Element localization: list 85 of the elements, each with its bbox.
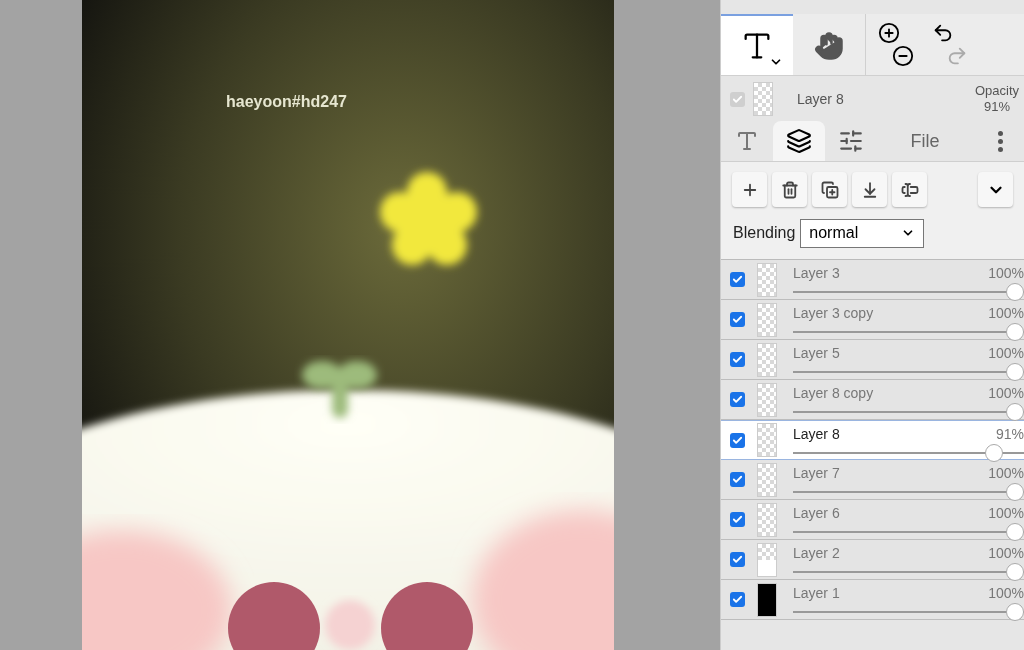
checkbox[interactable] <box>730 472 745 487</box>
opacity-value: 91% <box>983 99 1010 116</box>
layers-icon <box>786 128 812 154</box>
layer-name: Layer 6 <box>793 504 840 523</box>
expand-button[interactable] <box>978 172 1013 207</box>
layer-row[interactable]: Layer 6 100% <box>721 500 1024 540</box>
blending-select[interactable]: normal <box>800 218 925 248</box>
text-field-icon <box>900 180 919 199</box>
layer-name: Layer 3 <box>793 264 840 283</box>
check-icon <box>732 394 743 405</box>
layer-name: Layer 3 copy <box>793 304 874 323</box>
undo-icon <box>932 22 954 44</box>
opacity-value: 100% <box>988 304 1024 323</box>
opacity-slider[interactable] <box>793 603 1024 619</box>
slider-thumb[interactable] <box>1006 283 1024 301</box>
slider-thumb[interactable] <box>1006 603 1024 621</box>
merge-down-button[interactable] <box>852 172 887 207</box>
layer-thumbnail <box>753 82 773 116</box>
opacity-value: 100% <box>988 504 1024 523</box>
checkbox[interactable] <box>730 592 745 607</box>
check-icon <box>732 434 743 446</box>
opacity-value: 100% <box>988 544 1024 563</box>
opacity-value: 100% <box>988 384 1024 403</box>
layers-tab[interactable] <box>773 121 825 161</box>
add-layer-button[interactable] <box>732 172 767 207</box>
layer-name: Layer 2 <box>793 544 840 563</box>
layer-name: Layer 1 <box>793 584 840 603</box>
sliders-icon <box>838 128 864 154</box>
layer-name: Layer 8 <box>793 425 840 444</box>
checkbox[interactable] <box>730 432 745 448</box>
layer-row[interactable]: Layer 5 100% <box>721 340 1024 380</box>
slider-thumb[interactable] <box>1006 403 1024 421</box>
duplicate-icon <box>820 180 839 199</box>
checkbox[interactable] <box>730 91 745 107</box>
slider-thumb[interactable] <box>1006 483 1024 501</box>
more-icon <box>997 130 1003 152</box>
slider-thumb[interactable] <box>1006 523 1024 541</box>
check-icon <box>732 554 743 565</box>
layer-name: Layer 8 copy <box>793 384 874 403</box>
layer-row[interactable]: Layer 8 91% <box>721 420 1024 460</box>
duplicate-layer-button[interactable] <box>812 172 847 207</box>
delete-layer-button[interactable] <box>772 172 807 207</box>
slider-thumb[interactable] <box>985 444 1004 462</box>
redo-icon <box>946 45 968 67</box>
layer-row[interactable]: Layer 3 copy 100% <box>721 300 1024 340</box>
trash-icon <box>780 180 799 199</box>
checkbox[interactable] <box>730 352 745 367</box>
opacity-label: Opacity <box>974 82 1019 99</box>
layer-row[interactable]: Layer 2 100% <box>721 540 1024 580</box>
layer-row[interactable]: Layer 8 copy 100% <box>721 380 1024 420</box>
layer-row[interactable]: Layer 7 100% <box>721 460 1024 500</box>
layer-row[interactable]: Layer 1 100% <box>721 580 1024 620</box>
check-icon <box>732 594 743 605</box>
file-tab[interactable]: File <box>877 121 973 161</box>
checkbox[interactable] <box>730 272 745 287</box>
hand-icon <box>814 30 844 61</box>
opacity-value: 100% <box>988 264 1024 283</box>
opacity-value: 91% <box>995 425 1024 444</box>
opacity-value: 100% <box>988 344 1024 363</box>
check-icon <box>732 354 743 365</box>
slider-thumb[interactable] <box>1006 563 1024 581</box>
opacity-value: 100% <box>988 464 1024 483</box>
checkbox[interactable] <box>730 312 745 327</box>
checkbox[interactable] <box>730 552 745 567</box>
check-icon <box>732 314 743 325</box>
layer-row[interactable]: Layer 3 100% <box>721 260 1024 300</box>
layer-name: Layer 7 <box>793 464 840 483</box>
opacity-value: 100% <box>988 584 1024 603</box>
slider-thumb[interactable] <box>1006 323 1024 341</box>
text-tool-button[interactable] <box>721 14 793 75</box>
zoom-out-icon <box>892 45 914 67</box>
checkbox[interactable] <box>730 392 745 407</box>
zoom-in-icon <box>878 22 900 44</box>
canvas-caption: haeyoon#hd247 <box>226 92 347 112</box>
text-icon <box>735 129 759 153</box>
layer-name: Layer 8 <box>797 89 844 109</box>
layer-name: Layer 5 <box>793 344 840 363</box>
check-icon <box>732 274 743 285</box>
slider-thumb[interactable] <box>1006 363 1024 381</box>
checkbox[interactable] <box>730 512 745 527</box>
check-icon <box>732 474 743 485</box>
blending-label: Blending <box>733 223 796 243</box>
check-icon <box>732 93 743 105</box>
rename-layer-button[interactable] <box>892 172 927 207</box>
check-icon <box>732 514 743 525</box>
